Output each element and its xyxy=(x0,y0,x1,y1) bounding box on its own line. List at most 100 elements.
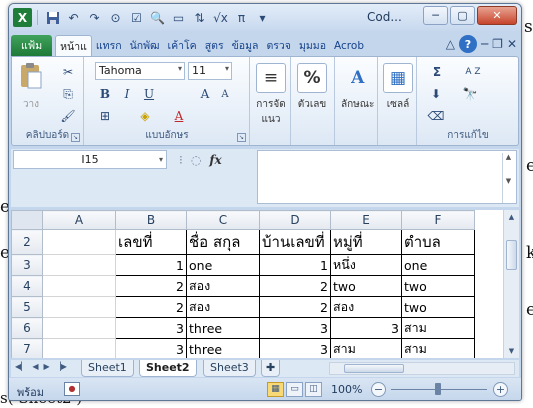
cell[interactable] xyxy=(42,296,116,318)
grow-font-button[interactable]: A xyxy=(195,85,215,103)
formula-scroll[interactable]: ▲ ▼ xyxy=(502,153,514,203)
cancel-icon[interactable]: ⁝ xyxy=(179,153,183,167)
font-name-select[interactable]: Tahoma ▾ xyxy=(95,62,185,80)
cell[interactable]: หนึ่ง xyxy=(330,254,402,276)
record-icon[interactable]: ⊙ xyxy=(106,8,125,27)
tab-formulas[interactable]: สูตร xyxy=(201,35,228,56)
cell[interactable]: three xyxy=(186,317,260,339)
vertical-scrollbar[interactable]: ▲ ▼ xyxy=(503,210,519,358)
workbook-close-icon[interactable]: ✕ xyxy=(507,37,517,51)
normal-view-icon[interactable]: ▦ xyxy=(267,382,284,397)
undo-icon[interactable]: ↶ xyxy=(64,8,83,27)
bold-button[interactable]: B xyxy=(95,85,115,103)
macro-record-icon[interactable]: ● xyxy=(64,382,80,396)
font-size-select[interactable]: 11 ▾ xyxy=(188,62,232,80)
column-header-f[interactable]: F xyxy=(401,210,475,230)
cell[interactable]: 2 xyxy=(115,296,187,318)
cell[interactable]: 1 xyxy=(115,254,187,276)
cells-button[interactable]: ▦ เซลล์ xyxy=(383,63,413,112)
sort-filter-button[interactable]: A Z xyxy=(460,63,486,81)
format-painter-icon[interactable]: 🖌 xyxy=(58,107,78,125)
cell[interactable]: สาม xyxy=(401,317,475,339)
cell[interactable]: two xyxy=(330,275,402,297)
cell[interactable]: three xyxy=(186,338,260,358)
tab-developer[interactable]: นักพัฒ xyxy=(126,35,164,56)
number-format-button[interactable]: % ตัวเลข xyxy=(297,63,327,112)
insert-function-button[interactable]: fx xyxy=(209,153,221,167)
excel-logo-icon[interactable]: X xyxy=(13,8,32,27)
cell[interactable]: one xyxy=(401,254,475,276)
cell[interactable] xyxy=(42,317,116,339)
cell[interactable] xyxy=(42,229,116,255)
more-icon[interactable]: ▾ xyxy=(253,8,272,27)
cell[interactable]: two xyxy=(401,296,475,318)
sort-icon[interactable]: ⇅ xyxy=(190,8,209,27)
find-select-icon[interactable]: 🔭 xyxy=(460,85,480,103)
zoom-out-button[interactable]: − xyxy=(371,382,386,397)
minimize-icon[interactable]: ─ xyxy=(423,6,448,25)
cell[interactable]: 1 xyxy=(259,254,331,276)
name-box[interactable]: I15 ▾ xyxy=(13,150,167,169)
row-header[interactable]: 6 xyxy=(11,317,43,339)
prev-sheet-icon[interactable]: ◀ xyxy=(32,362,38,371)
column-header-d[interactable]: D xyxy=(259,210,331,230)
tab-data[interactable]: ข้อมูล xyxy=(228,35,263,56)
function-icon[interactable]: √x xyxy=(211,8,230,27)
first-sheet-icon[interactable]: ◀▏ xyxy=(15,362,27,371)
row-header[interactable]: 5 xyxy=(11,296,43,318)
cell[interactable]: 3 xyxy=(115,317,187,339)
autosum-button[interactable]: Σ xyxy=(426,63,448,81)
page-layout-view-icon[interactable]: ▭ xyxy=(286,382,303,397)
cell[interactable]: 2 xyxy=(259,296,331,318)
clipboard-launcher-icon[interactable]: ↘ xyxy=(71,133,80,142)
cell[interactable]: 2 xyxy=(115,275,187,297)
clear-icon[interactable]: ⌫ xyxy=(426,107,446,125)
workbook-restore-icon[interactable]: ❐ xyxy=(492,37,503,51)
tab-home[interactable]: หน้าแ xyxy=(55,35,92,56)
worksheet-grid[interactable]: A B C D E F 2 เลขที่ ชื่อ สกุล บ้านเลขที… xyxy=(11,210,519,358)
font-color-button[interactable]: A xyxy=(169,107,189,125)
cell[interactable]: 2 xyxy=(259,275,331,297)
zoom-slider-thumb[interactable] xyxy=(435,383,441,395)
fill-icon[interactable]: ⬇ xyxy=(426,85,446,103)
save-icon[interactable] xyxy=(43,8,62,27)
borders-icon[interactable]: ⊞ xyxy=(95,107,115,125)
row-header[interactable]: 7 xyxy=(11,338,43,358)
cell[interactable] xyxy=(42,275,116,297)
collapse-ribbon-icon[interactable]: △ xyxy=(446,37,455,51)
cell[interactable] xyxy=(42,338,116,358)
scroll-down-icon[interactable]: ▼ xyxy=(504,344,519,358)
cell[interactable]: two xyxy=(401,275,475,297)
cell[interactable]: สาม xyxy=(330,338,402,358)
zoom-level[interactable]: 100% xyxy=(331,383,362,396)
restore-icon[interactable]: ▢ xyxy=(450,6,475,25)
hscroll-thumb[interactable] xyxy=(344,364,404,373)
tab-view[interactable]: มุมมอ xyxy=(295,35,330,56)
cell[interactable]: สอง xyxy=(330,296,402,318)
checkbox-icon[interactable]: ☑ xyxy=(127,8,146,27)
close-button[interactable]: ✕ xyxy=(477,6,517,25)
underline-button[interactable]: U xyxy=(139,85,159,103)
styles-button[interactable]: A ลักษณะ xyxy=(341,63,374,112)
sheet-tab-sheet3[interactable]: Sheet3 xyxy=(203,360,256,377)
cell[interactable]: สาม xyxy=(401,338,475,358)
help-icon[interactable]: ? xyxy=(458,35,477,53)
redo-icon[interactable]: ↷ xyxy=(85,8,104,27)
tab-file[interactable]: แฟ้ม xyxy=(11,35,53,56)
cell[interactable]: หมู่ที่ xyxy=(330,229,402,255)
tab-review[interactable]: ตรวจ xyxy=(262,35,295,56)
sheet-tab-sheet2[interactable]: Sheet2 xyxy=(139,360,197,377)
row-header[interactable]: 4 xyxy=(11,275,43,297)
font-launcher-icon[interactable]: ↘ xyxy=(237,133,246,142)
insert-sheet-icon[interactable]: ✚ xyxy=(261,360,281,377)
italic-button[interactable]: I xyxy=(117,85,137,103)
horizontal-scrollbar[interactable] xyxy=(329,362,515,375)
cell[interactable]: one xyxy=(186,254,260,276)
row-header[interactable]: 2 xyxy=(11,229,43,255)
fill-color-icon[interactable]: ◈ xyxy=(135,107,155,125)
cell[interactable]: เลขที่ xyxy=(115,229,187,255)
cell[interactable] xyxy=(42,254,116,276)
cell[interactable]: ตำบล xyxy=(401,229,475,255)
cell[interactable]: 3 xyxy=(259,338,331,358)
tab-acrobat[interactable]: Acrob xyxy=(330,35,368,56)
